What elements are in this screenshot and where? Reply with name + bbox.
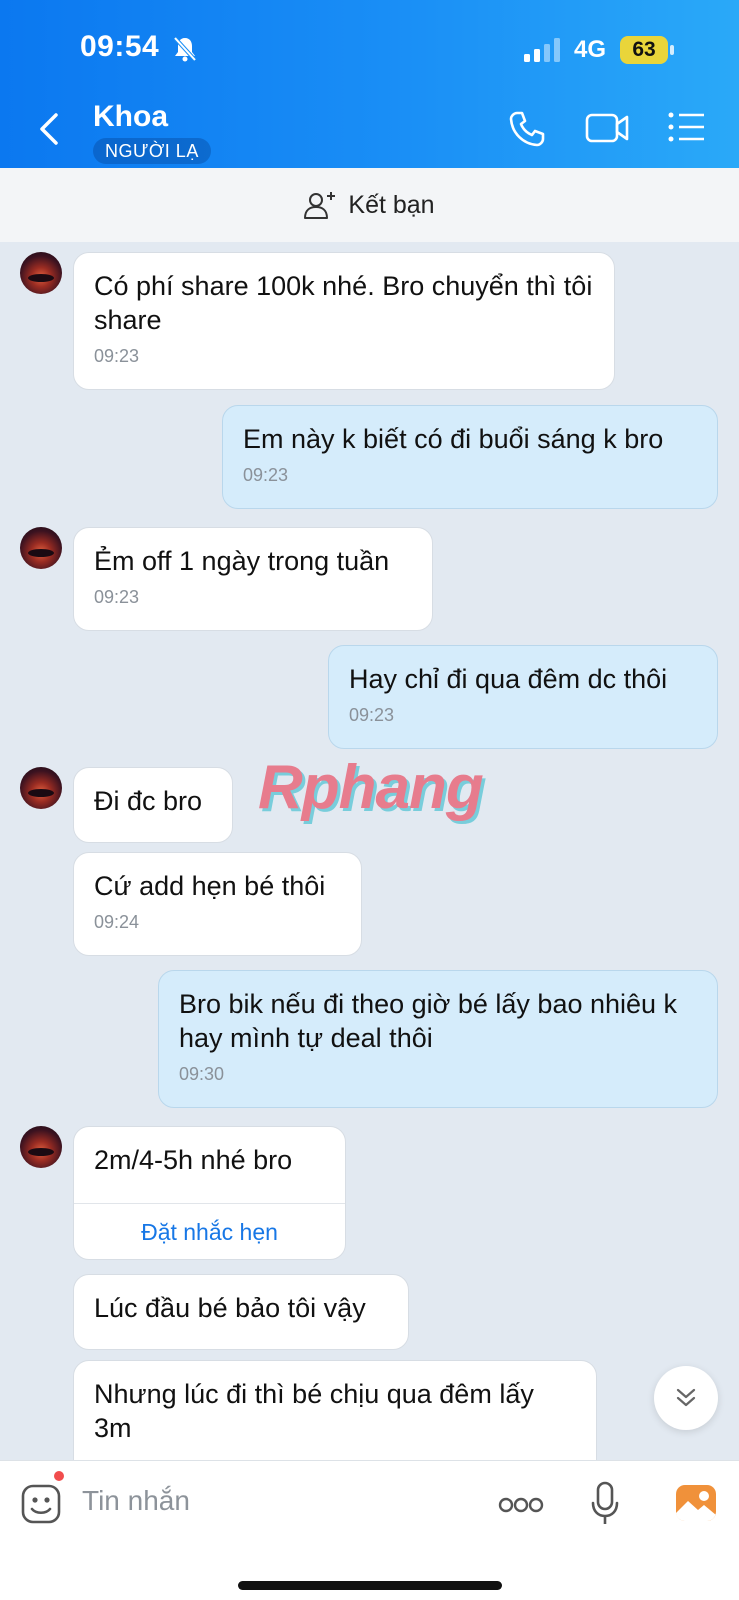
- message-time: 09:24: [94, 912, 140, 932]
- battery-icon: 63: [620, 36, 674, 64]
- message-bubble[interactable]: Lúc đầu bé bảo tôi vậy: [73, 1274, 409, 1350]
- message-text: Lúc đầu bé bảo tôi vậy: [94, 1293, 366, 1323]
- stranger-badge: NGƯỜI LẠ: [93, 138, 211, 164]
- message-time: 09:23: [243, 465, 289, 485]
- avatar[interactable]: [20, 252, 62, 294]
- home-indicator: [238, 1581, 502, 1590]
- message-text: Em này k biết có đi buổi sáng k bro: [243, 424, 664, 454]
- message-time: 09:23: [94, 346, 140, 366]
- message-time: 09:23: [349, 705, 395, 725]
- chat-header: 09:54 4G 63 Khoa NGƯỜI LẠ: [0, 0, 739, 168]
- message-bubble[interactable]: Cứ add hẹn bé thôi 09:24: [73, 852, 362, 956]
- message-text: Đi đc bro: [94, 786, 203, 816]
- message-bubble[interactable]: Hay chỉ đi qua đêm dc thôi 09:23: [328, 645, 718, 749]
- image-gallery-icon[interactable]: [674, 1483, 718, 1523]
- message-time: 09:23: [94, 587, 140, 607]
- avatar[interactable]: [20, 527, 62, 569]
- notification-dot: [54, 1471, 64, 1481]
- double-chevron-down-icon: [676, 1388, 696, 1407]
- watermark: Rphang: [258, 753, 484, 822]
- signal-icon: [524, 38, 560, 62]
- avatar[interactable]: [20, 767, 62, 809]
- message-text: Cứ add hẹn bé thôi: [94, 871, 326, 901]
- video-call-icon[interactable]: [585, 110, 629, 146]
- add-friend-bar[interactable]: Kết bạn: [0, 168, 739, 242]
- message-bubble[interactable]: Bro bik nếu đi theo giờ bé lấy bao nhiêu…: [158, 970, 718, 1108]
- message-bubble[interactable]: Có phí share 100k nhé. Bro chuyển thì tô…: [73, 252, 615, 390]
- set-reminder-button[interactable]: Đặt nhắc hẹn: [74, 1203, 345, 1259]
- message-text: Bro bik nếu đi theo giờ bé lấy bao nhiêu…: [179, 989, 678, 1053]
- message-bubble[interactable]: Ẻm off 1 ngày trong tuần 09:23: [73, 527, 433, 631]
- microphone-icon[interactable]: [590, 1481, 620, 1527]
- back-icon[interactable]: [38, 112, 62, 146]
- add-friend-label: Kết bạn: [348, 190, 435, 219]
- avatar[interactable]: [20, 1126, 62, 1168]
- message-text: Có phí share 100k nhé. Bro chuyển thì tô…: [94, 271, 593, 335]
- message-input[interactable]: Tin nhắn: [82, 1485, 190, 1517]
- message-bubble[interactable]: Em này k biết có đi buổi sáng k bro 09:2…: [222, 405, 718, 509]
- add-friend-icon: [304, 192, 336, 219]
- contact-name[interactable]: Khoa: [93, 100, 168, 134]
- sticker-icon[interactable]: [20, 1483, 62, 1525]
- more-options-icon[interactable]: [498, 1495, 544, 1515]
- message-text: Nhưng lúc đi thì bé chịu qua đêm lấy 3m: [94, 1379, 534, 1443]
- message-time: 09:30: [179, 1064, 225, 1084]
- menu-list-icon[interactable]: [668, 110, 706, 144]
- message-text: 2m/4-5h nhé bro: [94, 1145, 293, 1175]
- message-text: Hay chỉ đi qua đêm dc thôi: [349, 664, 668, 694]
- phone-call-icon[interactable]: [508, 110, 546, 148]
- battery-level: 63: [632, 38, 656, 61]
- message-composer: Tin nhắn: [0, 1460, 739, 1600]
- bell-muted-icon: [173, 36, 197, 62]
- scroll-to-bottom-button[interactable]: [654, 1366, 718, 1430]
- network-type: 4G: [574, 36, 607, 63]
- message-bubble[interactable]: Đi đc bro: [73, 767, 233, 843]
- message-text: Ẻm off 1 ngày trong tuần: [94, 546, 390, 576]
- message-bubble[interactable]: 2m/4-5h nhé bro Đặt nhắc hẹn: [73, 1126, 346, 1260]
- status-time: 09:54: [80, 30, 160, 63]
